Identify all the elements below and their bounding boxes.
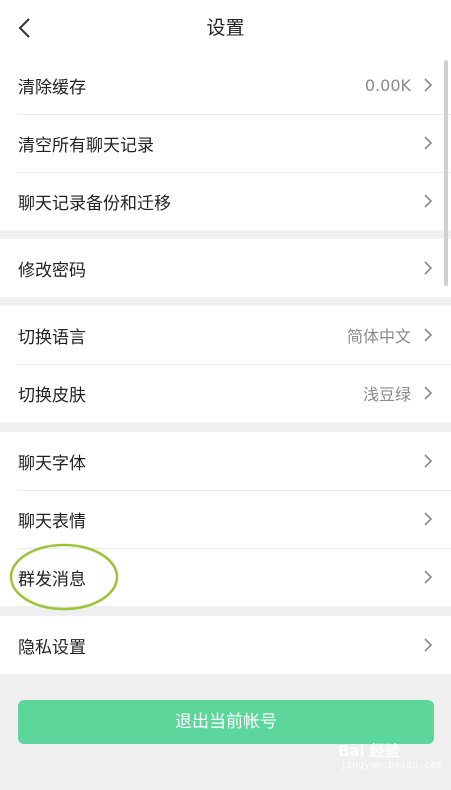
row-label: 群发消息 [18,569,86,590]
chevron-right-icon [423,569,433,585]
row-value: 0.00K [364,75,411,95]
header-bar: 设置 [0,0,451,56]
row-label: 切换语言 [18,327,86,348]
row-label: 聊天字体 [18,453,86,474]
settings-row-change-password[interactable]: 修改密码 [0,239,451,297]
settings-row-clear-chat-history[interactable]: 清空所有聊天记录 [0,114,451,172]
chevron-right-icon [423,453,433,469]
page-title: 设置 [206,17,245,39]
row-value: 浅豆绿 [362,385,411,404]
settings-group-chat: 聊天字体 聊天表情 群发消息 [0,432,451,606]
watermark-logo-text: Bai 经验 [338,742,400,760]
chevron-right-icon [423,327,433,343]
row-label: 聊天表情 [18,511,86,532]
settings-group-appearance: 切换语言 简体中文 切换皮肤 浅豆绿 [0,306,451,422]
settings-row-clear-cache[interactable]: 清除缓存 0.00K [0,56,451,114]
row-label: 隐私设置 [18,637,86,658]
settings-row-skin[interactable]: 切换皮肤 浅豆绿 [0,364,451,422]
settings-row-chat-font[interactable]: 聊天字体 [0,432,451,490]
settings-row-language[interactable]: 切换语言 简体中文 [0,306,451,364]
row-label: 切换皮肤 [18,385,86,406]
row-value: 简体中文 [346,327,411,346]
settings-row-privacy[interactable]: 隐私设置 [0,616,451,674]
settings-group-security: 修改密码 [0,239,451,297]
settings-row-broadcast-message[interactable]: 群发消息 [0,548,451,606]
chevron-right-icon [423,511,433,527]
settings-row-chat-emoji[interactable]: 聊天表情 [0,490,451,548]
chevron-right-icon [423,77,433,93]
row-label: 聊天记录备份和迁移 [18,193,171,214]
watermark-url: jingyan.baidu.com [340,760,443,771]
chevron-right-icon [423,385,433,401]
settings-row-backup-migrate[interactable]: 聊天记录备份和迁移 [0,172,451,230]
chevron-right-icon [423,135,433,151]
chevron-right-icon [423,260,433,276]
chevron-right-icon [423,637,433,653]
row-label: 清空所有聊天记录 [18,135,154,156]
scrollbar[interactable] [444,60,448,286]
settings-group-storage: 清除缓存 0.00K 清空所有聊天记录 聊天记录备份和迁移 [0,56,451,230]
settings-group-privacy: 隐私设置 [0,616,451,674]
row-label: 清除缓存 [18,77,86,98]
watermark: Bai 经验 jingyan.baidu.com [338,736,442,778]
row-label: 修改密码 [18,260,86,281]
chevron-right-icon [423,193,433,209]
